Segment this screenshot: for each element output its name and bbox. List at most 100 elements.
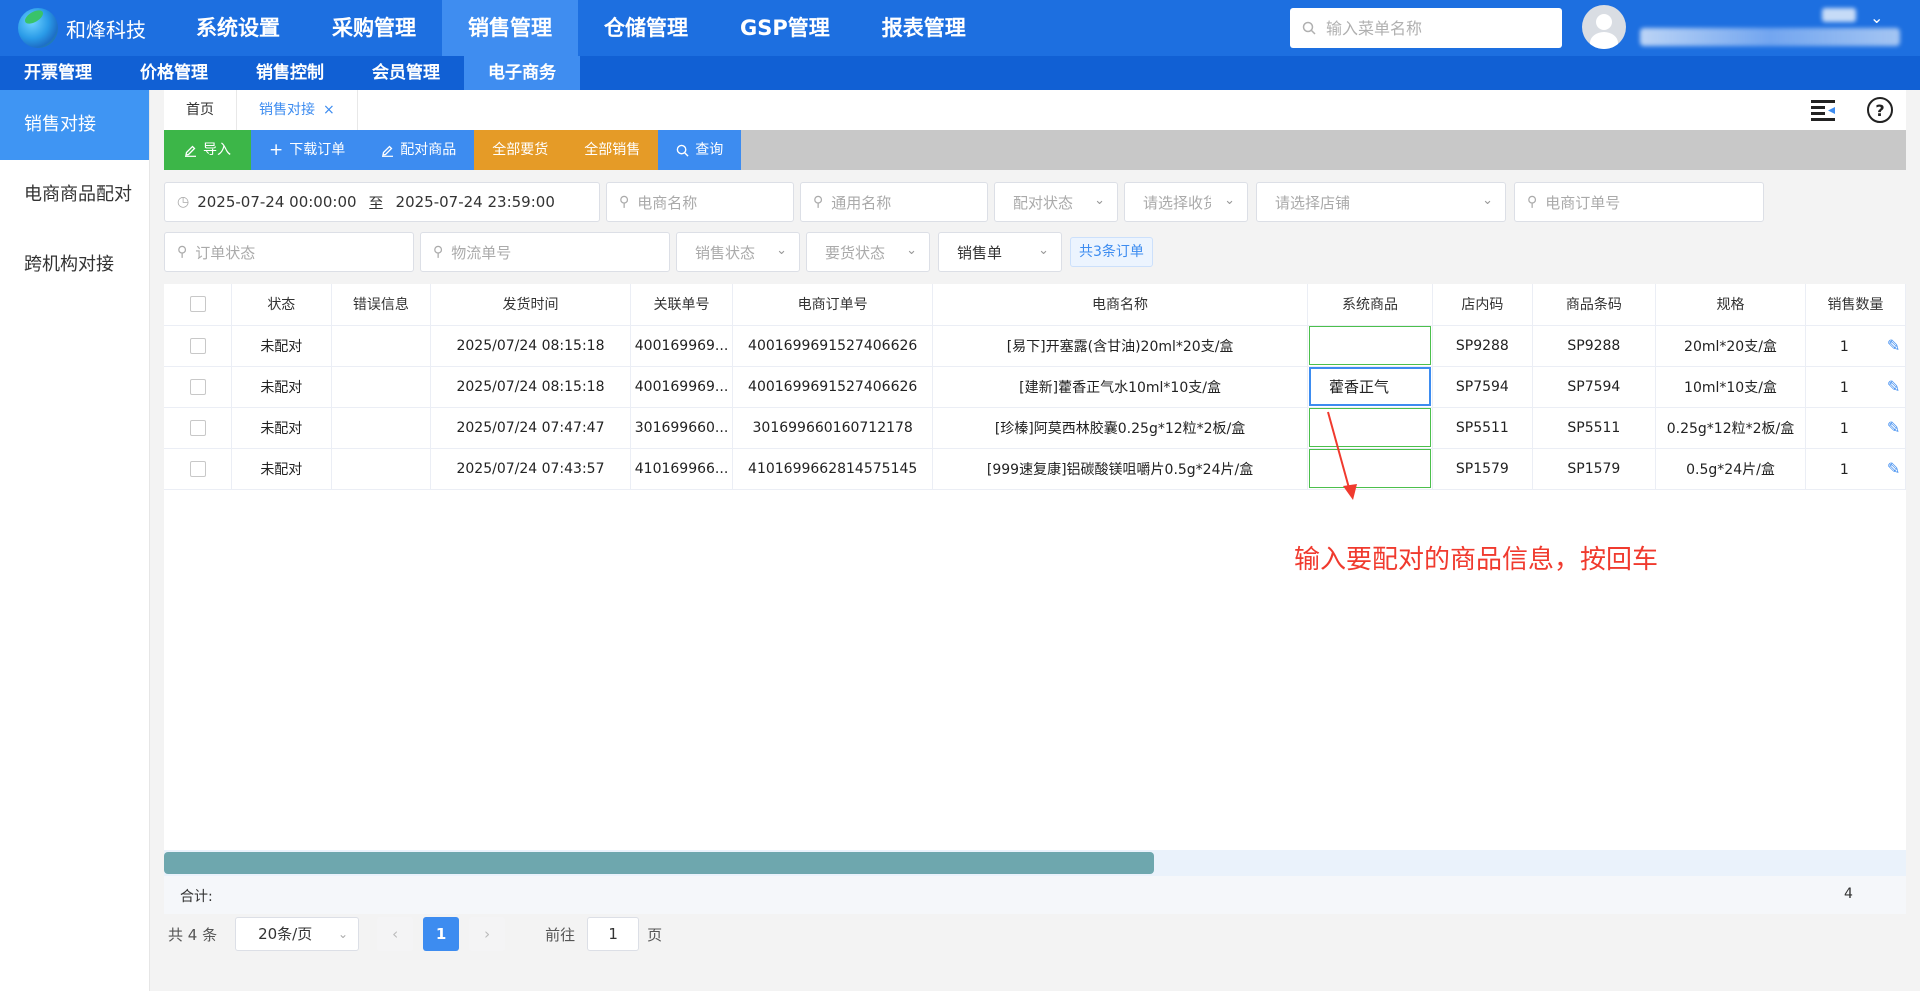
row-select-cell — [164, 407, 233, 449]
edit-icon[interactable]: ✎ — [1887, 336, 1900, 355]
scrollbar-thumb[interactable] — [164, 852, 1154, 874]
qty-cell: 1 ✎ — [1805, 325, 1907, 367]
ecommerce-name-cell: [建新]藿香正气水10ml*10支/盒 — [932, 366, 1309, 408]
tab-home[interactable]: 首页 — [164, 90, 237, 130]
row-checkbox[interactable] — [189, 378, 206, 395]
close-icon[interactable]: × — [323, 102, 335, 118]
table-row[interactable]: 未配对 2025/07/24 08:15:18 400169969... 400… — [164, 366, 1907, 408]
goto-label: 前往 — [545, 925, 576, 944]
sidebar: 销售对接 电商商品配对 跨机构对接 — [0, 90, 150, 991]
help-icon[interactable]: ? — [1866, 96, 1894, 124]
topnav-item-reports[interactable]: 报表管理 — [856, 0, 992, 56]
ship-time-cell: 2025/07/24 07:43:57 — [430, 448, 631, 490]
generic-name-field[interactable]: ⚲ 通用名称 — [800, 182, 988, 222]
select-all-checkbox[interactable] — [189, 296, 206, 313]
order-status-field[interactable]: ⚲ 订单状态 — [164, 232, 414, 272]
col-order-no[interactable]: 电商订单号 — [732, 284, 934, 326]
logo-mark-icon — [18, 8, 58, 48]
status-cell: 未配对 — [231, 448, 332, 490]
subnav-item-sales-control[interactable]: 销售控制 — [232, 56, 348, 90]
sell-all-button[interactable]: 全部销售 — [566, 130, 659, 170]
barcode-cell: SP1579 — [1532, 448, 1657, 490]
edit-icon[interactable]: ✎ — [1887, 459, 1900, 478]
sidebar-item-sales-docking[interactable]: 销售对接 — [0, 90, 149, 160]
goto-page-input[interactable]: 1 — [587, 917, 640, 951]
pair-products-button[interactable]: 配对商品 — [363, 130, 475, 170]
page-size-select[interactable]: 20条/页 ⌄ — [235, 917, 360, 951]
edit-icon[interactable]: ✎ — [1887, 377, 1900, 396]
topnav-item-gsp[interactable]: GSP管理 — [714, 0, 856, 56]
store-select[interactable]: 请选择店铺 ⌄ — [1256, 182, 1506, 222]
page-number-current[interactable]: 1 — [423, 917, 460, 951]
table-row[interactable]: 未配对 2025/07/24 08:15:18 400169969... 400… — [164, 325, 1907, 367]
chevron-right-icon: › — [484, 925, 491, 943]
subnav-item-price[interactable]: 价格管理 — [116, 56, 232, 90]
prev-page-button[interactable]: ‹ — [377, 917, 414, 951]
topnav-item-sales[interactable]: 销售管理 — [442, 0, 578, 56]
error-cell — [331, 325, 432, 367]
logo[interactable]: 和烽科技 — [0, 0, 170, 56]
pair-status-select[interactable]: 配对状态 ⌄ — [994, 182, 1118, 222]
col-barcode[interactable]: 商品条码 — [1532, 284, 1657, 326]
tab-sales-docking[interactable]: 销售对接 × — [237, 90, 358, 130]
spec-cell: 0.5g*24片/盒 — [1655, 448, 1806, 490]
col-status[interactable]: 状态 — [231, 284, 332, 326]
edit-icon[interactable]: ✎ — [1887, 418, 1900, 437]
system-product-input[interactable]: 藿香正气 — [1309, 367, 1432, 406]
col-error[interactable]: 错误信息 — [331, 284, 432, 326]
sales-status-placeholder: 销售状态 — [695, 243, 756, 262]
ecommerce-order-no-field[interactable]: ⚲ 电商订单号 — [1514, 182, 1764, 222]
col-qty[interactable]: 销售数量 — [1805, 284, 1907, 326]
date-range-picker[interactable]: ◷ 2025-07-24 00:00:00 至 2025-07-24 23:59… — [164, 182, 600, 222]
table-row[interactable]: 未配对 2025/07/24 07:47:47 301699660... 301… — [164, 407, 1907, 449]
brand-name: 和烽科技 — [66, 17, 146, 42]
ecommerce-name-field[interactable]: ⚲ 电商名称 — [606, 182, 794, 222]
date-start[interactable]: 2025-07-24 00:00:00 — [197, 193, 356, 211]
request-all-button[interactable]: 全部要货 — [474, 130, 567, 170]
sidebar-item-cross-org[interactable]: 跨机构对接 — [0, 230, 149, 300]
row-checkbox[interactable] — [189, 419, 206, 436]
subnav-item-member[interactable]: 会员管理 — [348, 56, 464, 90]
next-page-button[interactable]: › — [469, 917, 506, 951]
col-system-product[interactable]: 系统商品 — [1307, 284, 1434, 326]
chevron-down-icon: ⌄ — [338, 927, 349, 941]
chevron-down-icon[interactable]: ⌄ — [1870, 8, 1883, 27]
table-row[interactable]: 未配对 2025/07/24 07:43:57 410169966... 410… — [164, 448, 1907, 490]
date-end[interactable]: 2025-07-24 23:59:00 — [396, 193, 555, 211]
ecommerce-name-cell: [999速复康]铝碳酸镁咀嚼片0.5g*24片/盒 — [932, 448, 1309, 490]
doc-type-select[interactable]: 销售单 ⌄ — [938, 232, 1062, 272]
topnav-item-system[interactable]: 系统设置 — [170, 0, 306, 56]
menu-search-input[interactable] — [1326, 18, 1546, 38]
query-button[interactable]: 查询 — [658, 130, 742, 170]
sales-status-select[interactable]: 销售状态 ⌄ — [676, 232, 800, 272]
subnav-item-ecommerce[interactable]: 电子商务 — [464, 56, 580, 90]
topnav-item-purchase[interactable]: 采购管理 — [306, 0, 442, 56]
edit-icon — [185, 145, 196, 157]
qty-cell: 1 ✎ — [1805, 448, 1907, 490]
pair-status-placeholder: 配对状态 — [1013, 193, 1074, 212]
import-button[interactable]: 导入 — [164, 130, 251, 170]
col-ref-no[interactable]: 关联单号 — [630, 284, 734, 326]
sidebar-item-ecommerce-pairing[interactable]: 电商商品配对 — [0, 160, 149, 230]
download-orders-label: 下载订单 — [289, 142, 346, 158]
collapse-menu-icon[interactable] — [1810, 96, 1838, 124]
ship-time-cell: 2025/07/24 08:15:18 — [430, 366, 631, 408]
col-spec[interactable]: 规格 — [1655, 284, 1806, 326]
download-orders-button[interactable]: + 下载订单 — [251, 130, 364, 170]
col-ship-time[interactable]: 发货时间 — [430, 284, 631, 326]
request-status-select[interactable]: 要货状态 ⌄ — [806, 232, 930, 272]
topnav-item-warehouse[interactable]: 仓储管理 — [578, 0, 714, 56]
logistics-no-field[interactable]: ⚲ 物流单号 — [420, 232, 670, 272]
col-store-code[interactable]: 店内码 — [1432, 284, 1533, 326]
subnav-item-invoice[interactable]: 开票管理 — [0, 56, 116, 90]
user-avatar[interactable] — [1582, 5, 1626, 49]
row-checkbox[interactable] — [189, 337, 206, 354]
system-product-input[interactable] — [1309, 326, 1432, 365]
ecommerce-order-no-placeholder: 电商订单号 — [1545, 193, 1621, 212]
horizontal-scrollbar[interactable] — [164, 850, 1906, 876]
action-toolbar: 导入 + 下载订单 配对商品 全部要货 全部销售 查询 — [164, 130, 1906, 170]
receiver-select[interactable]: 请选择收货 ⌄ — [1124, 182, 1248, 222]
row-checkbox[interactable] — [189, 460, 206, 477]
col-ecommerce-name[interactable]: 电商名称 — [932, 284, 1309, 326]
barcode-cell: SP7594 — [1532, 366, 1657, 408]
